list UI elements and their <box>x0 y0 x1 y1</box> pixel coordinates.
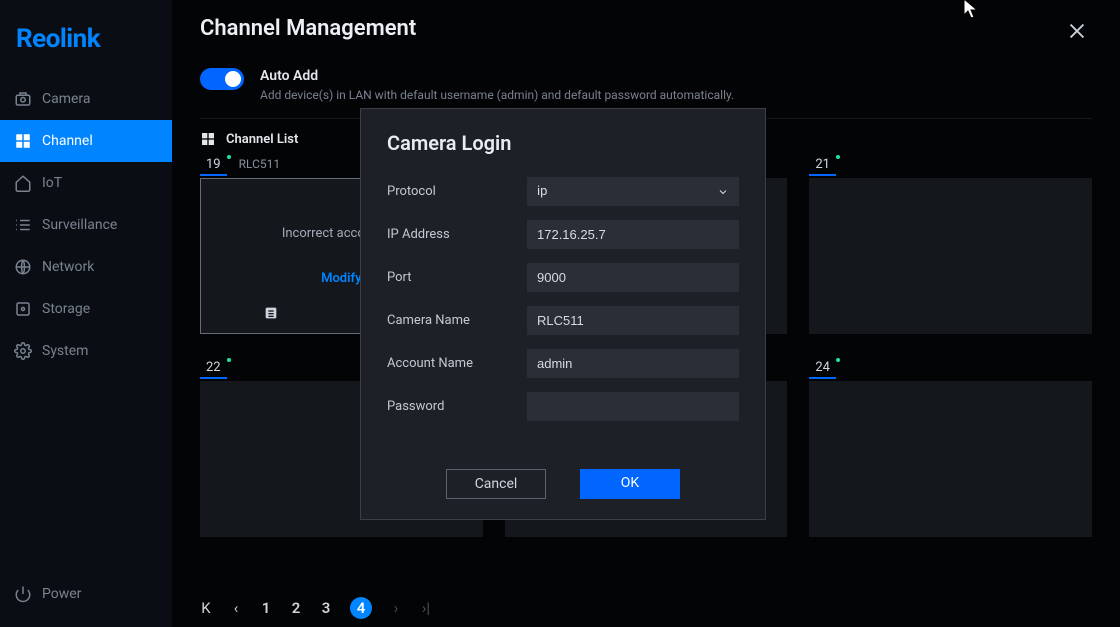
channel-list-title: Channel List <box>226 132 298 147</box>
dialog-title: Camera Login <box>387 131 739 155</box>
page-2[interactable]: 2 <box>290 599 302 617</box>
pagination: K ‹ 1 2 3 4 › ›| <box>200 589 432 627</box>
password-input[interactable] <box>527 392 739 421</box>
port-input[interactable] <box>527 263 739 292</box>
modify-link[interactable]: Modify <box>321 271 362 286</box>
protocol-select[interactable]: ip <box>527 177 739 206</box>
channel-preview <box>809 178 1092 334</box>
page-4[interactable]: 4 <box>350 597 372 619</box>
sidebar-item-network[interactable]: Network <box>0 246 172 288</box>
page-last[interactable]: ›| <box>420 599 432 617</box>
sidebar-item-surveillance[interactable]: Surveillance <box>0 204 172 246</box>
sidebar-item-label: Channel <box>42 133 93 149</box>
channel-card-24[interactable]: 24 <box>809 356 1092 537</box>
ok-button[interactable]: OK <box>580 469 680 499</box>
sidebar: Reolink Camera Channel IoT Surveillance … <box>0 0 172 627</box>
port-row: Port <box>387 263 739 292</box>
chevron-down-icon <box>717 186 729 198</box>
close-button[interactable] <box>1062 16 1092 50</box>
sidebar-item-storage[interactable]: Storage <box>0 288 172 330</box>
sidebar-item-iot[interactable]: IoT <box>0 162 172 204</box>
sidebar-item-label: Power <box>42 586 81 602</box>
grid-icon <box>200 131 216 147</box>
channel-number: 22 <box>200 358 227 379</box>
protocol-value: ip <box>537 184 547 199</box>
page-3[interactable]: 3 <box>320 599 332 617</box>
sidebar-item-system[interactable]: System <box>0 330 172 372</box>
close-icon <box>1066 20 1088 42</box>
sidebar-item-label: Network <box>42 259 94 275</box>
nav: Camera Channel IoT Surveillance Network … <box>0 78 172 571</box>
globe-icon <box>14 258 32 276</box>
channel-number: 24 <box>809 358 836 379</box>
camera-name-input[interactable] <box>527 306 739 335</box>
sidebar-item-label: Storage <box>42 301 90 317</box>
dialog-actions: Cancel OK <box>387 469 739 499</box>
page-1[interactable]: 1 <box>260 599 272 617</box>
power-icon <box>14 585 32 603</box>
page-title: Channel Management <box>200 16 416 41</box>
sidebar-item-camera[interactable]: Camera <box>0 78 172 120</box>
channel-name: RLC511 <box>239 157 281 171</box>
cancel-button[interactable]: Cancel <box>446 469 546 499</box>
disk-icon <box>14 300 32 318</box>
account-name-label: Account Name <box>387 356 527 371</box>
auto-add-toggle[interactable] <box>200 68 244 90</box>
home-icon <box>14 174 32 192</box>
camera-name-label: Camera Name <box>387 313 527 328</box>
protocol-label: Protocol <box>387 184 527 199</box>
gear-icon <box>14 342 32 360</box>
protocol-row: Protocol ip <box>387 177 739 206</box>
ip-row: IP Address <box>387 220 739 249</box>
ip-input[interactable] <box>527 220 739 249</box>
port-label: Port <box>387 270 527 285</box>
channel-number: 19 <box>200 155 227 176</box>
account-name-input[interactable] <box>527 349 739 378</box>
password-label: Password <box>387 399 527 414</box>
camera-name-row: Camera Name <box>387 306 739 335</box>
page-prev[interactable]: ‹ <box>230 599 242 617</box>
brand-logo: Reolink <box>0 0 172 78</box>
channel-number: 21 <box>809 155 836 176</box>
auto-add-title: Auto Add <box>260 68 734 84</box>
sidebar-item-label: System <box>42 343 88 359</box>
camera-login-dialog: Camera Login Protocol ip IP Address Port… <box>360 108 766 520</box>
list-icon[interactable] <box>263 305 279 325</box>
camera-icon <box>14 90 32 108</box>
list-icon <box>14 216 32 234</box>
sidebar-item-power[interactable]: Power <box>0 571 172 627</box>
auto-add-desc: Add device(s) in LAN with default userna… <box>260 88 734 102</box>
channel-preview <box>809 381 1092 537</box>
page-header: Channel Management <box>200 0 1092 50</box>
auto-add-text: Auto Add Add device(s) in LAN with defau… <box>260 68 734 102</box>
sidebar-item-label: Camera <box>42 91 91 107</box>
grid-icon <box>14 132 32 150</box>
sidebar-item-label: IoT <box>42 175 62 191</box>
sidebar-item-channel[interactable]: Channel <box>0 120 172 162</box>
password-row: Password <box>387 392 739 421</box>
page-next[interactable]: › <box>390 599 402 617</box>
ip-label: IP Address <box>387 227 527 242</box>
channel-card-21[interactable]: 21 <box>809 153 1092 334</box>
sidebar-item-label: Surveillance <box>42 217 117 233</box>
page-first[interactable]: K <box>200 599 212 617</box>
account-name-row: Account Name <box>387 349 739 378</box>
